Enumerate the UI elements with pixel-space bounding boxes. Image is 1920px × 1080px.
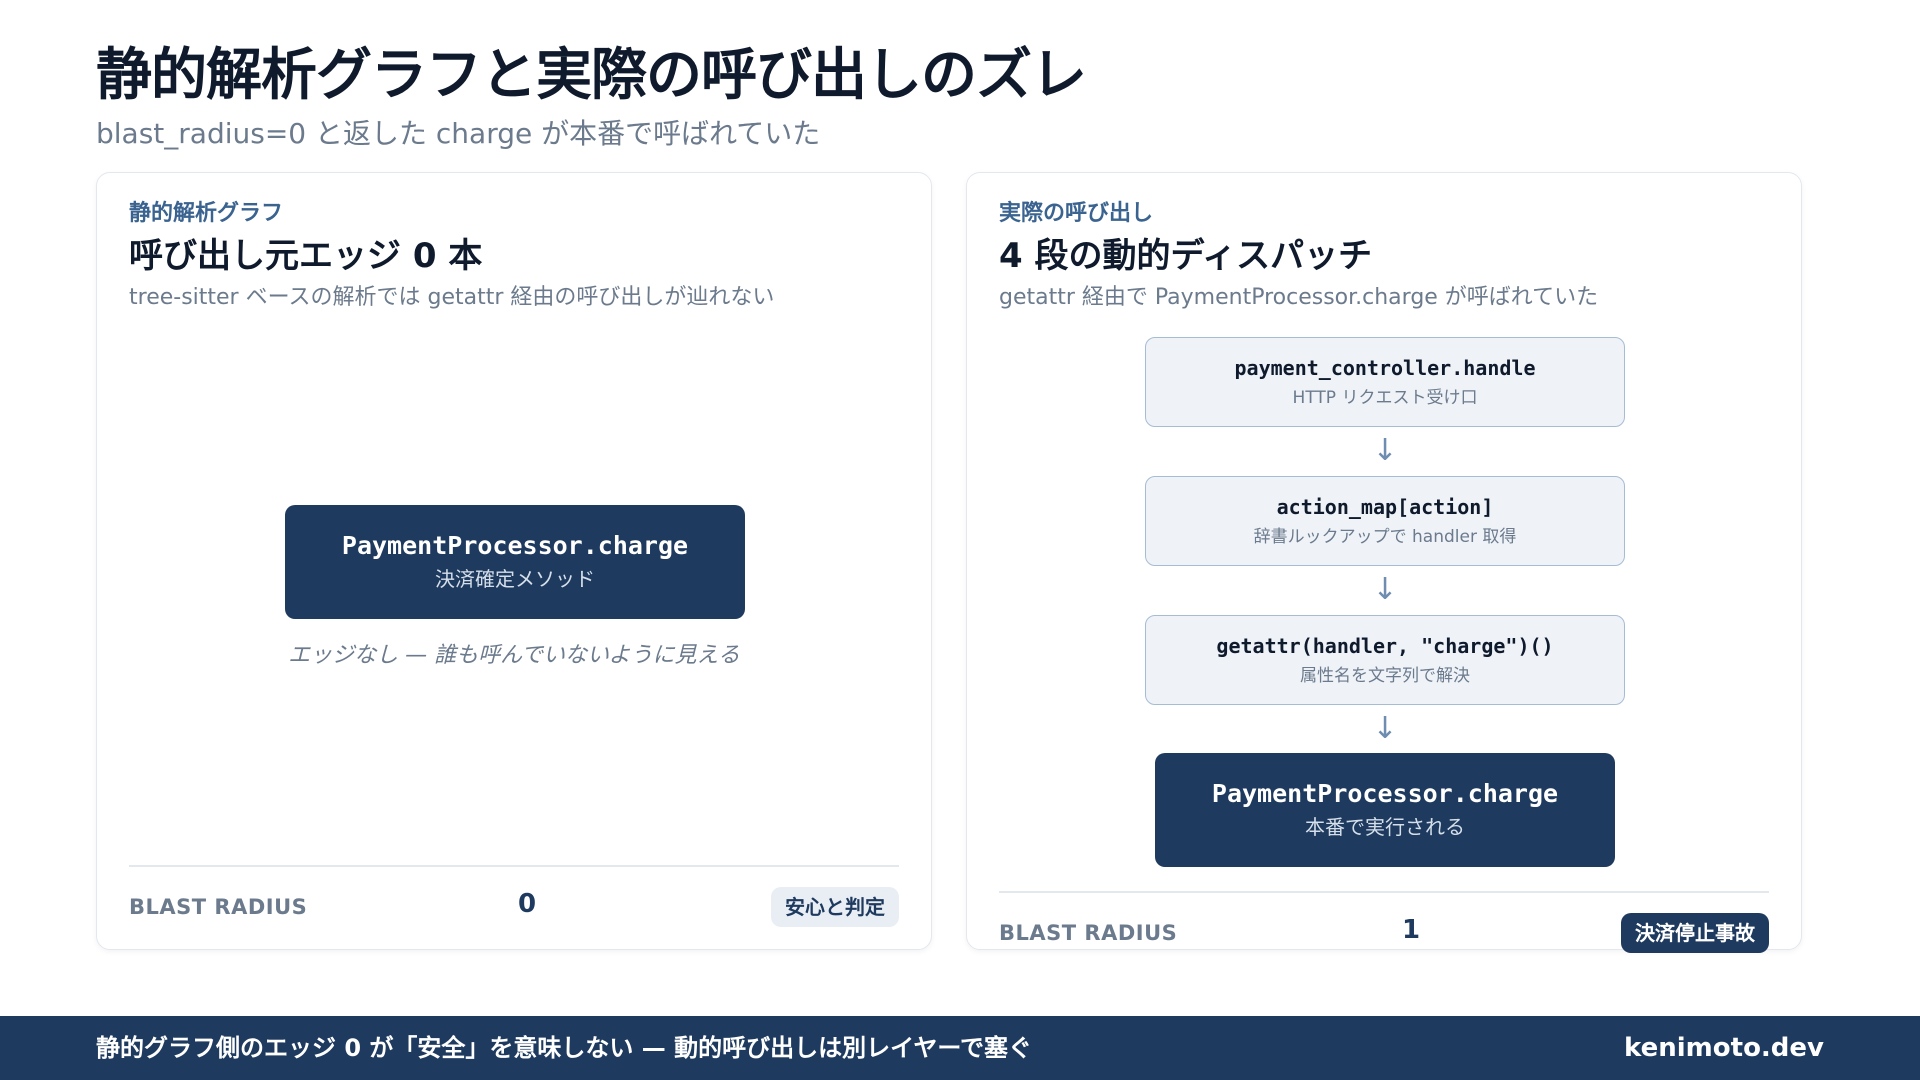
down-arrow-icon: ↓ (1372, 711, 1398, 746)
page-title: 静的解析グラフと実際の呼び出しのズレ (96, 43, 1087, 108)
card-eyebrow: 実際の呼び出し (999, 201, 1154, 226)
node-subtitle: 本番で実行される (1305, 815, 1465, 839)
page-subtitle: blast_radius=0 と返した charge が本番で呼ばれていた (96, 117, 821, 150)
flow-node-title: action_map[action] (1276, 495, 1494, 519)
flow-node-title: getattr(handler, "charge")() (1216, 634, 1554, 658)
slide-header: 静的解析グラフと実際の呼び出しのズレ blast_radius=0 と返した c… (96, 40, 1824, 152)
card-description: tree-sitter ベースの解析では getattr 経由の呼び出しが辿れな… (129, 285, 775, 310)
footer-bar: 静的グラフ側のエッジ 0 が「安全」を意味しない — 動的呼び出しは別レイヤーで… (0, 1016, 1920, 1080)
node-title: PaymentProcessor.charge (1211, 779, 1559, 808)
flow-node-subtitle: 属性名を文字列で解決 (1300, 666, 1470, 686)
flow-node-controller: payment_controller.handle HTTP リクエスト受け口 (1145, 337, 1625, 427)
blast-radius-value: 0 (517, 889, 537, 919)
node-title: PaymentProcessor.charge (341, 531, 689, 560)
blast-radius-label: BLAST RADIUS (999, 921, 1178, 945)
verdict-badge: 安心と判定 (771, 887, 899, 927)
charge-method-node: PaymentProcessor.charge 決済確定メソッド (285, 505, 745, 619)
card-title: 呼び出し元エッジ 0 本 (129, 236, 483, 276)
flow-node-title: payment_controller.handle (1234, 356, 1536, 380)
flow-node-action-map: action_map[action] 辞書ルックアップで handler 取得 (1145, 476, 1625, 566)
footer-message: 静的グラフ側のエッジ 0 が「安全」を意味しない — 動的呼び出しは別レイヤーで… (96, 1034, 1032, 1062)
node-subtitle: 決済確定メソッド (435, 567, 595, 591)
brand-logo: kenimoto.dev (1624, 1033, 1824, 1063)
flow-node-subtitle: 辞書ルックアップで handler 取得 (1253, 527, 1517, 547)
charge-method-node: PaymentProcessor.charge 本番で実行される (1155, 753, 1615, 867)
verdict-badge: 決済停止事故 (1621, 913, 1769, 953)
static-analysis-card: 静的解析グラフ 呼び出し元エッジ 0 本 tree-sitter ベースの解析で… (96, 172, 932, 950)
card-eyebrow: 静的解析グラフ (129, 201, 284, 226)
divider (999, 891, 1769, 893)
no-edges-note: エッジなし — 誰も呼んでいないように見える (288, 643, 740, 668)
card-title: 4 段の動的ディスパッチ (999, 236, 1373, 276)
flow-node-getattr: getattr(handler, "charge")() 属性名を文字列で解決 (1145, 615, 1625, 705)
divider (129, 865, 899, 867)
card-description: getattr 経由で PaymentProcessor.charge が呼ばれ… (999, 285, 1599, 310)
flow-node-subtitle: HTTP リクエスト受け口 (1292, 388, 1478, 408)
actual-calls-card: 実際の呼び出し 4 段の動的ディスパッチ getattr 経由で Payment… (966, 172, 1802, 953)
blast-radius-label: BLAST RADIUS (129, 895, 308, 919)
blast-radius-value: 1 (1401, 915, 1421, 945)
down-arrow-icon: ↓ (1372, 433, 1398, 468)
down-arrow-icon: ↓ (1372, 572, 1398, 607)
